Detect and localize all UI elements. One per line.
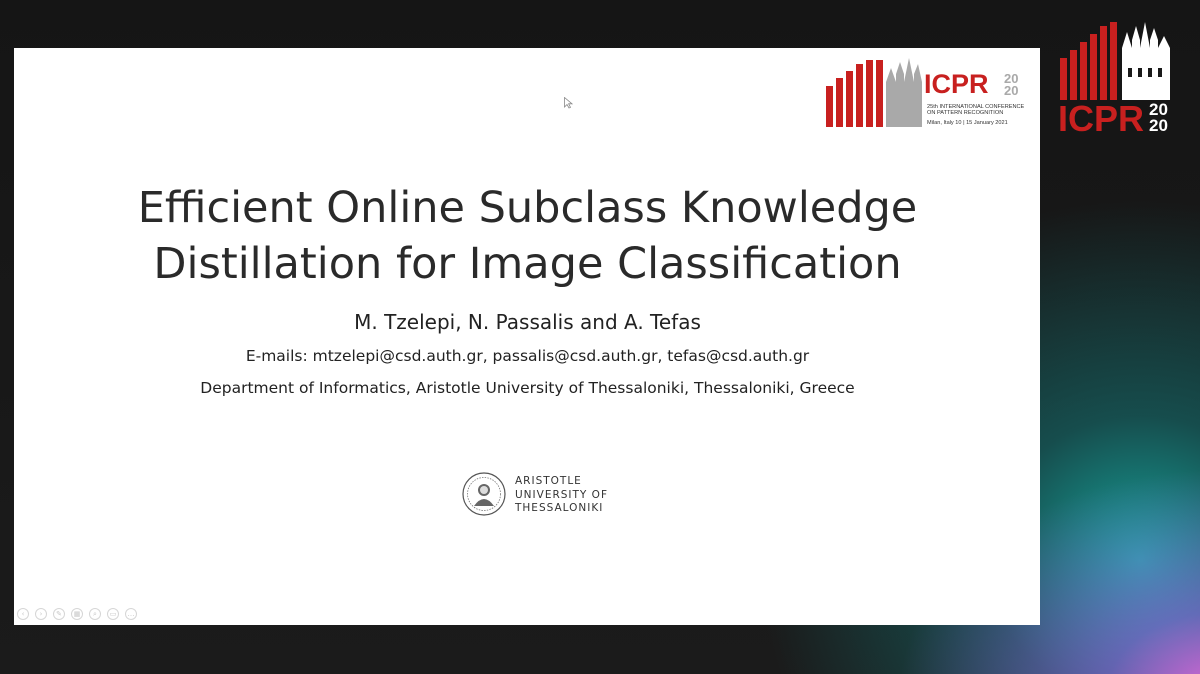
zoom-icon[interactable]: ⌕ (89, 608, 101, 620)
slide-logo-text: ICPR (924, 69, 989, 99)
presentation-slide (14, 48, 1040, 625)
next-icon[interactable]: › (35, 608, 47, 620)
conference-caption: 25th INTERNATIONAL CONFERENCE ON PATTERN… (927, 104, 1024, 117)
slide-emails: E-mails: mtzelepi@csd.auth.gr, passalis@… (245, 347, 810, 365)
slideshow-toolbar: ‹ › ✎ ▦ ⌕ ▭ … (17, 608, 137, 622)
slide-authors: M. Tzelepi, N. Passalis and A. Tefas (354, 310, 701, 334)
slide-title: Efficient Online Subclass Knowledge Dist… (0, 180, 1055, 292)
university-name-line: THESSALONIKI (515, 502, 604, 514)
university-name: ARISTOTLE UNIVERSITY OF THESSALONIKI (515, 475, 608, 516)
slide-title-line: Efficient Online Subclass Knowledge (137, 183, 918, 233)
icpr-corner-logo: ICPR 20 20 (1056, 18, 1180, 139)
conference-dates: Milan, Italy 10 | 15 January 2021 (927, 120, 1008, 126)
corner-logo-year-bottom: 20 (1149, 116, 1168, 134)
previous-icon[interactable]: ‹ (17, 608, 29, 620)
slide-logo-year-bottom: 20 (1004, 83, 1018, 98)
slide-department: Department of Informatics, Aristotle Uni… (200, 379, 855, 397)
pen-icon[interactable]: ✎ (53, 608, 65, 620)
university-seal-icon (462, 472, 506, 516)
mouse-cursor-icon (564, 97, 573, 109)
conference-caption-line: ON PATTERN RECOGNITION (927, 110, 1004, 117)
corner-logo-text: ICPR (1058, 98, 1144, 134)
more-icon[interactable]: … (125, 608, 137, 620)
slides-icon[interactable]: ▦ (71, 608, 83, 620)
slide-title-line: Distillation for Image Classification (153, 239, 902, 289)
university-name-line: UNIVERSITY OF (515, 488, 608, 501)
subtitles-icon[interactable]: ▭ (107, 608, 119, 620)
university-name-line: ARISTOTLE (515, 475, 582, 487)
